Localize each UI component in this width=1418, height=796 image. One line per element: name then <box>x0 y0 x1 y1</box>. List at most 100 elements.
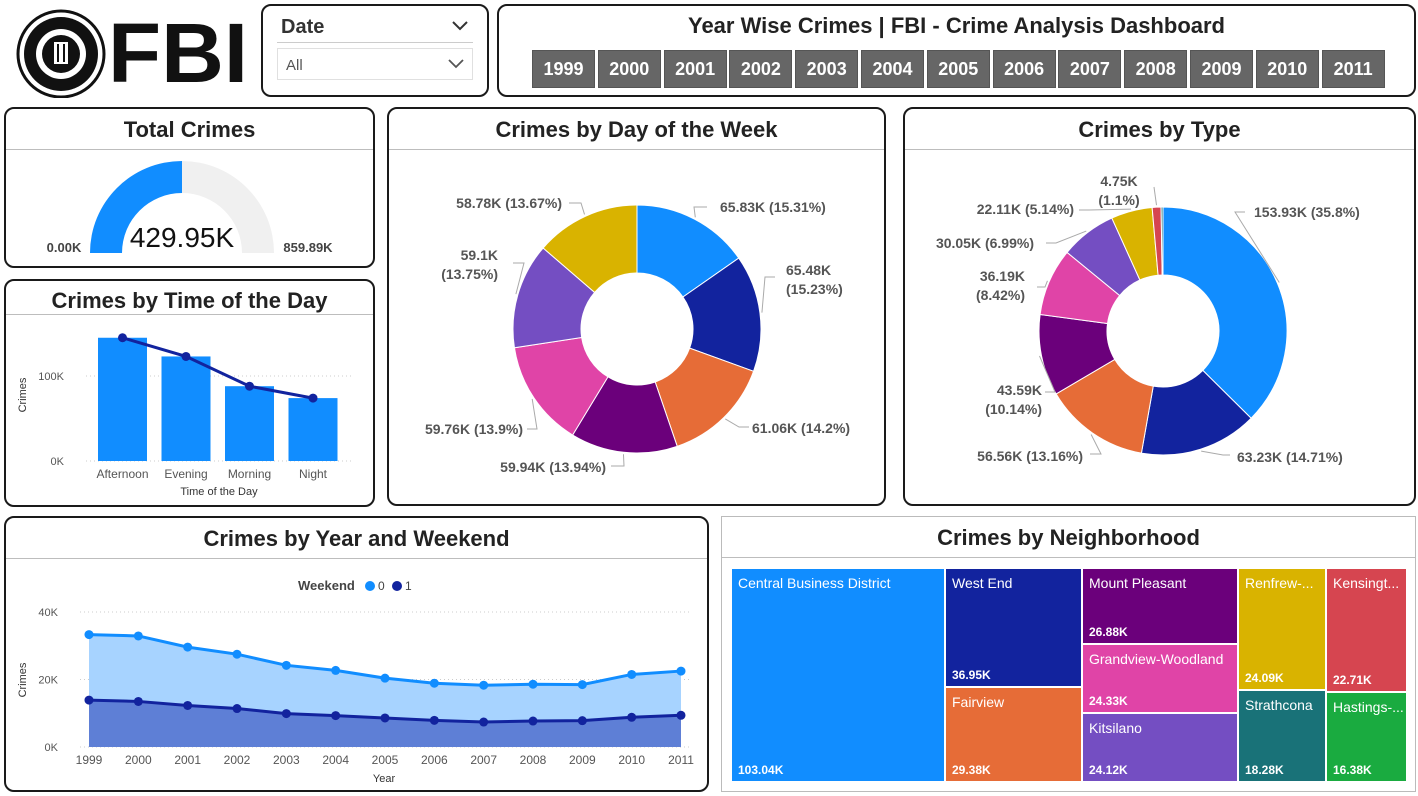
year-button-1999[interactable]: 1999 <box>532 50 595 88</box>
data-point[interactable] <box>380 713 390 723</box>
data-point[interactable] <box>84 630 94 640</box>
leader-line <box>1079 208 1132 211</box>
treemap-cell[interactable]: Kitsilano 24.12K <box>1083 714 1237 781</box>
data-point[interactable] <box>577 680 587 690</box>
year-weekend-chart: Weekend 0 1 0K 20K 40K 1999 2000 2001 2002 200… <box>17 578 694 785</box>
treemap-cell-name: Renfrew-... <box>1245 575 1314 591</box>
treemap-cell-value: 36.95K <box>952 668 991 682</box>
data-point[interactable] <box>380 673 390 683</box>
treemap-cell[interactable]: West End 36.95K <box>946 569 1081 686</box>
data-point[interactable] <box>429 678 439 688</box>
trend-point[interactable] <box>118 333 127 343</box>
data-point[interactable] <box>84 695 94 705</box>
year-button-2009[interactable]: 2009 <box>1190 50 1253 88</box>
data-point[interactable] <box>676 710 686 720</box>
treemap-cell-name: Grandview-Woodland <box>1089 651 1224 667</box>
data-point[interactable] <box>331 665 341 675</box>
treemap-cell[interactable]: Hastings-... 16.38K <box>1327 693 1406 781</box>
date-slicer[interactable]: Date All <box>261 4 489 97</box>
year-button-2003[interactable]: 2003 <box>795 50 859 88</box>
year-button-2007[interactable]: 2007 <box>1058 50 1122 88</box>
x-tick-label: Afternoon <box>96 467 148 481</box>
x-tick-label: 2011 <box>668 753 694 767</box>
data-label: 22.11K (5.14%) <box>977 201 1074 217</box>
treemap-cell-name: Central Business District <box>738 575 891 591</box>
year-button-2004[interactable]: 2004 <box>861 50 924 88</box>
data-point[interactable] <box>429 715 439 725</box>
leader-line <box>693 206 707 218</box>
treemap-cell[interactable]: Central Business District 103.04K <box>732 569 944 781</box>
fbi-seal-icon: FBI <box>16 6 248 100</box>
treemap-cell[interactable]: Renfrew-... 24.09K <box>1239 569 1325 689</box>
data-point[interactable] <box>627 669 637 679</box>
x-tick-label: 1999 <box>76 753 103 767</box>
data-label: (1.1%) <box>1098 192 1139 208</box>
treemap-cell-value: 16.38K <box>1333 763 1372 777</box>
year-button-2011[interactable]: 2011 <box>1321 50 1385 88</box>
year-button-2008[interactable]: 2008 <box>1124 50 1188 88</box>
date-dropdown[interactable]: All <box>277 48 473 80</box>
x-tick-label: 2009 <box>569 753 596 767</box>
data-label: 43.59K <box>997 382 1042 398</box>
treemap-cell-name: Hastings-... <box>1333 699 1404 715</box>
treemap-cell-name: Kitsilano <box>1089 720 1142 736</box>
treemap-cell-name: West End <box>952 575 1013 591</box>
data-point[interactable] <box>528 716 538 726</box>
bar[interactable] <box>225 386 274 461</box>
treemap-cell[interactable]: Fairview 29.38K <box>946 688 1081 781</box>
treemap-cell-value: 24.33K <box>1089 694 1128 708</box>
neighborhood-title: Crimes by Neighborhood <box>937 525 1200 550</box>
data-point[interactable] <box>281 709 291 719</box>
data-point[interactable] <box>577 716 587 726</box>
treemap-cell-name: Kensingt... <box>1333 575 1400 591</box>
data-point[interactable] <box>133 696 143 706</box>
bar[interactable] <box>288 398 338 461</box>
data-point[interactable] <box>183 642 193 652</box>
donut-hole <box>581 273 693 385</box>
year-button-2002[interactable]: 2002 <box>729 50 793 88</box>
y-tick-label: 100K <box>38 371 64 383</box>
data-point[interactable] <box>676 666 686 676</box>
bar[interactable] <box>161 356 211 461</box>
trend-point[interactable] <box>181 351 191 361</box>
trend-point[interactable] <box>308 393 318 403</box>
year-button-2005[interactable]: 2005 <box>926 50 990 88</box>
trend-point[interactable] <box>245 381 254 391</box>
year-button-2000[interactable]: 2000 <box>597 50 661 88</box>
data-point[interactable] <box>281 660 291 670</box>
year-weekend-card: Crimes by Year and Weekend Weekend 0 1 0… <box>4 516 709 792</box>
data-point[interactable] <box>183 700 193 710</box>
gauge-min-label: 0.00K <box>47 240 82 255</box>
data-label: 59.1K <box>461 247 498 263</box>
data-point[interactable] <box>627 712 637 722</box>
time-y-axis-title: Crimes <box>17 377 29 412</box>
bar[interactable] <box>98 337 147 461</box>
x-tick-label: Evening <box>164 467 207 481</box>
data-point[interactable] <box>528 679 538 689</box>
chevron-down-icon[interactable] <box>451 20 469 32</box>
data-label: 65.83K (15.31%) <box>720 199 826 215</box>
chevron-down-icon <box>448 59 464 69</box>
treemap-cell-value: 24.09K <box>1245 671 1284 685</box>
data-point[interactable] <box>479 680 489 690</box>
treemap-cell[interactable]: Strathcona 18.28K <box>1239 691 1325 781</box>
treemap-cell-name: Fairview <box>952 694 1005 710</box>
data-point[interactable] <box>331 711 341 721</box>
legend-label-1: 1 <box>405 579 412 593</box>
year-button-2006[interactable]: 2006 <box>992 50 1056 88</box>
data-point[interactable] <box>232 704 242 714</box>
treemap-cell[interactable]: Kensingt... 22.71K <box>1327 569 1406 691</box>
leader-line <box>611 454 625 467</box>
y-tick-label: 40K <box>38 607 58 619</box>
treemap-cell[interactable]: Grandview-Woodland 24.33K <box>1083 645 1237 712</box>
data-point[interactable] <box>133 631 143 641</box>
title-divider <box>722 557 1415 558</box>
year-button-2001[interactable]: 2001 <box>663 50 727 88</box>
x-tick-label: 2006 <box>421 753 448 767</box>
data-point[interactable] <box>232 649 242 659</box>
data-point[interactable] <box>479 717 489 727</box>
treemap-cell[interactable]: Mount Pleasant 26.88K <box>1083 569 1237 643</box>
year-slicer: Year Wise Crimes | FBI - Crime Analysis … <box>497 4 1416 97</box>
year-button-2010[interactable]: 2010 <box>1255 50 1319 88</box>
treemap-cell-value: 26.88K <box>1089 625 1128 639</box>
